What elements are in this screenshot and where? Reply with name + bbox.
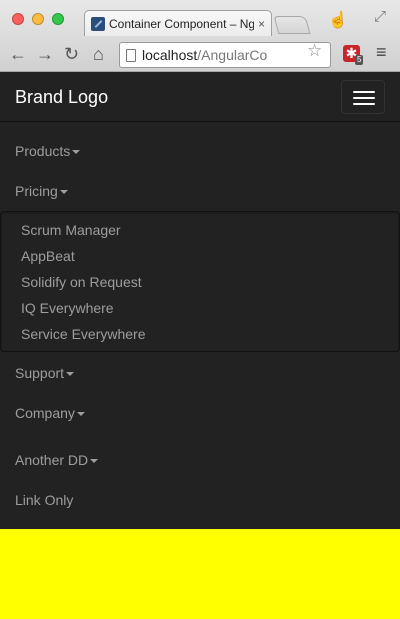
- brand-logo[interactable]: Brand Logo: [15, 87, 108, 108]
- close-window-button[interactable]: [12, 13, 24, 25]
- extension-badge: 5: [355, 55, 364, 65]
- favicon-icon: [91, 16, 105, 31]
- menu-icon[interactable]: ≡: [376, 42, 387, 63]
- navbar-toggle-button[interactable]: [341, 80, 385, 114]
- url-text[interactable]: localhost/AngularCo: [142, 47, 267, 63]
- bookmark-star-icon[interactable]: ☆: [307, 41, 322, 61]
- caret-down-icon: [76, 412, 85, 417]
- caret-down-icon: [59, 190, 68, 195]
- nav-item-products[interactable]: Products: [15, 143, 81, 159]
- new-tab-button[interactable]: [273, 16, 311, 34]
- nav-item-label: Another DD: [15, 452, 89, 468]
- hamburger-icon-bar: [353, 97, 375, 99]
- zoom-window-button[interactable]: [52, 13, 64, 25]
- dropdown-item-solidify[interactable]: Solidify on Request: [21, 274, 142, 290]
- nav-item-another-dd[interactable]: Another DD: [15, 452, 99, 468]
- hamburger-icon: [353, 91, 375, 93]
- nav-item-label: Pricing: [15, 183, 58, 199]
- page-content-area: [0, 529, 400, 619]
- address-bar[interactable]: localhost/AngularCo: [119, 42, 331, 68]
- nav-item-link-only[interactable]: Link Only: [15, 492, 73, 508]
- browser-chrome: Container Component – Ng × ☝ ⤢ ← → ↻ ⌂ l…: [0, 0, 400, 72]
- pricing-dropdown-menu: Scrum Manager AppBeat Solidify on Reques…: [0, 211, 400, 352]
- url-host: localhost: [142, 47, 198, 63]
- window-controls: [12, 13, 64, 25]
- url-path: /AngularCo: [197, 47, 268, 63]
- home-icon[interactable]: ⌂: [93, 43, 104, 65]
- tab-close-icon[interactable]: ×: [258, 17, 265, 31]
- nav-item-pricing[interactable]: Pricing: [15, 183, 68, 199]
- minimize-window-button[interactable]: [32, 13, 44, 25]
- dropdown-item-appbeat[interactable]: AppBeat: [21, 248, 75, 264]
- nav-item-label: Support: [15, 365, 65, 381]
- fullscreen-icon[interactable]: ⤢: [374, 8, 386, 25]
- forward-icon[interactable]: →: [36, 43, 54, 65]
- navbar-header: Brand Logo: [0, 72, 400, 122]
- dropdown-item-service-everywhere[interactable]: Service Everywhere: [21, 326, 146, 342]
- page-icon: [126, 48, 136, 62]
- dropdown-item-scrum-manager[interactable]: Scrum Manager: [21, 222, 121, 238]
- caret-down-icon: [66, 372, 75, 377]
- hand-pointer-icon: ☝: [328, 12, 348, 29]
- hamburger-icon-bar: [353, 103, 375, 105]
- back-icon[interactable]: ←: [9, 43, 27, 65]
- nav-item-label: Products: [15, 143, 71, 159]
- browser-toolbar: ← → ↻ ⌂ localhost/AngularCo ☆ ✱ 5 ≡: [0, 38, 400, 72]
- browser-tab[interactable]: Container Component – Ng ×: [84, 10, 272, 36]
- caret-down-icon: [72, 150, 81, 155]
- nav-item-company[interactable]: Company: [15, 405, 85, 421]
- dropdown-item-iq-everywhere[interactable]: IQ Everywhere: [21, 300, 114, 316]
- nav-item-support[interactable]: Support: [15, 365, 75, 381]
- caret-down-icon: [90, 459, 99, 464]
- navbar: Brand Logo Products Pricing Scrum Manage…: [0, 72, 400, 529]
- nav-item-label: Company: [15, 405, 75, 421]
- tab-title: Container Component – Ng: [109, 16, 254, 31]
- reload-icon[interactable]: ↻: [64, 43, 79, 65]
